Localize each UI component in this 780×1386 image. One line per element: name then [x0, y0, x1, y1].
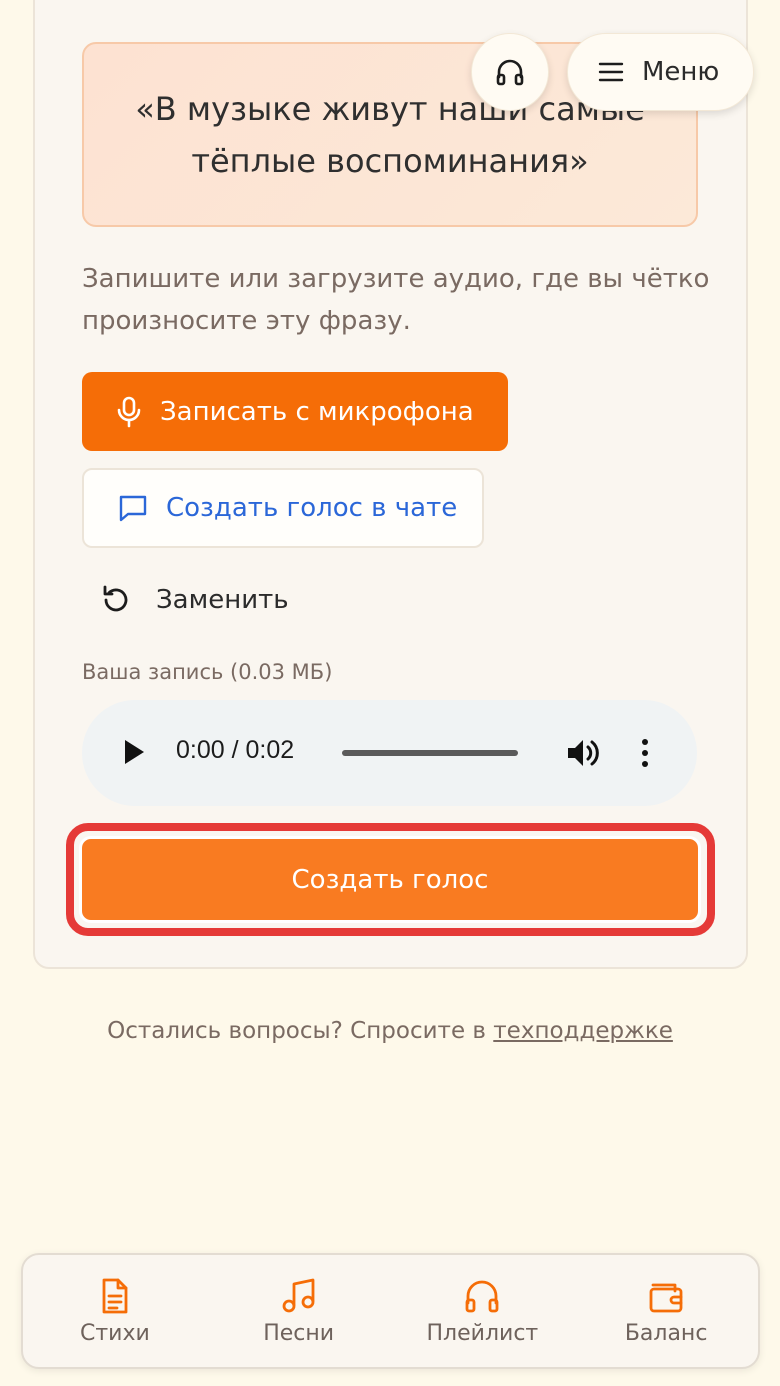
create-voice-in-chat-label: Создать голос в чате [166, 493, 458, 523]
volume-icon[interactable] [566, 737, 600, 769]
nav-label-songs: Песни [263, 1320, 335, 1346]
chat-icon [119, 495, 147, 522]
wallet-icon [649, 1283, 683, 1312]
recording-label: Ваша запись (0.03 МБ) [82, 660, 333, 684]
headphones-button[interactable] [471, 33, 549, 111]
replace-button[interactable]: Заменить [100, 572, 289, 628]
menu-button[interactable]: Меню [567, 33, 754, 111]
audio-player: 0:00 / 0:02 [82, 700, 697, 806]
support-text: Остались вопросы? Спросите в техподдержк… [0, 1018, 780, 1044]
menu-label: Меню [642, 57, 720, 87]
nav-item-balance[interactable]: Баланс [581, 1277, 751, 1346]
create-voice-label: Создать голос [291, 864, 489, 895]
bottom-navigation: Стихи Песни Плейлист Баланс [21, 1253, 760, 1369]
nav-label-balance: Баланс [624, 1320, 708, 1346]
nav-label-playlist: Плейлист [426, 1320, 539, 1346]
play-icon[interactable] [122, 738, 146, 766]
nav-item-poems[interactable]: Стихи [30, 1277, 200, 1346]
microphone-icon [117, 396, 141, 427]
support-prefix: Остались вопросы? Спросите в [107, 1018, 494, 1044]
record-microphone-label: Записать с микрофона [160, 396, 474, 427]
instruction-text: Запишите или загрузите аудио, где вы чёт… [82, 264, 710, 336]
hamburger-icon [598, 62, 624, 82]
record-microphone-button[interactable]: Записать с микрофона [82, 372, 508, 451]
support-link[interactable]: техподдержке [493, 1018, 673, 1044]
create-voice-in-chat-button[interactable]: Создать голос в чате [82, 468, 484, 548]
music-note-icon [282, 1278, 315, 1312]
create-voice-button[interactable]: Создать голос [79, 836, 701, 923]
headphones-icon [496, 59, 524, 86]
playback-time: 0:00 / 0:02 [176, 736, 295, 764]
document-icon [102, 1278, 128, 1313]
replace-label: Заменить [156, 585, 289, 615]
nav-label-poems: Стихи [79, 1320, 150, 1346]
refresh-icon [103, 585, 128, 612]
nav-item-playlist[interactable]: Плейлист [397, 1277, 567, 1346]
playback-progress-bar[interactable] [342, 750, 518, 756]
nav-item-songs[interactable]: Песни [214, 1277, 384, 1346]
more-options-icon[interactable] [638, 738, 652, 768]
headphones-icon [465, 1280, 499, 1312]
